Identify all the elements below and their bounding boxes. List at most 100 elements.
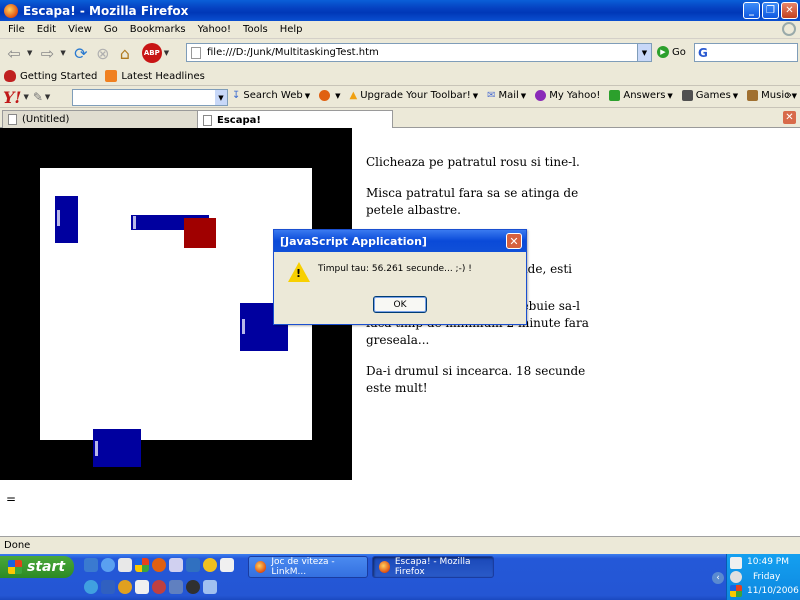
tab-untitled[interactable]: (Untitled) [2,110,198,128]
tab-escapa[interactable]: Escapa! [197,110,393,129]
red-player-square[interactable] [184,218,216,248]
adblock-button[interactable]: ABP [141,43,162,63]
dialog-close-button[interactable]: ✕ [506,233,522,249]
dialog-title[interactable]: [JavaScript Application] [274,230,526,252]
status-bar: Done [0,536,800,554]
yahoo-my-yahoo[interactable]: My Yahoo! [535,90,600,101]
forward-button[interactable]: ⇨ [36,42,58,64]
instruction-line: Clicheaza pe patratul rosu si tine-l. [366,155,580,169]
yahoo-logo[interactable]: Y! [3,88,21,107]
warning-icon: ▲ [349,90,358,101]
bookmark-latest-headlines[interactable]: Latest Headlines [105,70,205,82]
minimize-button[interactable]: _ [743,2,760,19]
back-button[interactable]: ⇦ [3,42,25,64]
address-bar[interactable]: file:///D:/Junk/MultitaskingTest.htm ▼ [186,43,652,62]
reload-button[interactable]: ⟳ [70,42,92,64]
menu-view[interactable]: View [62,24,98,35]
quick-launch-icon[interactable] [152,580,166,594]
yahoo-item-label: Search Web [243,90,303,101]
yahoo-item-label: Mail [498,90,519,101]
bookmark-label: Latest Headlines [121,70,205,82]
menu-help[interactable]: Help [274,24,309,35]
yahoo-item-label: Answers [623,90,666,101]
task-label: Escapa! - Mozilla Firefox [394,557,471,577]
search-box[interactable]: G [694,43,798,62]
quick-launch-icon[interactable] [186,558,200,572]
adblock-dropdown-icon[interactable]: ▼ [164,49,169,57]
maximize-button[interactable]: ❐ [762,2,779,19]
home-button[interactable]: ⌂ [114,42,136,64]
url-text[interactable]: file:///D:/Junk/MultitaskingTest.htm [207,47,379,58]
dialog-message: Timpul tau: 56.261 secunde... ;-) ! [318,264,472,274]
menu-bookmarks[interactable]: Bookmarks [124,24,192,35]
go-icon: ▶ [657,46,669,58]
pencil-dropdown-icon[interactable]: ▼ [45,93,50,101]
bookmarks-toolbar: Getting Started Latest Headlines [0,67,800,86]
taskbar-item-escapa[interactable]: Escapa! - Mozilla Firefox [372,556,494,578]
forward-dropdown-icon[interactable]: ▼ [60,49,65,57]
quick-launch-icon[interactable] [118,580,132,594]
start-label: start [27,559,66,575]
yahoo-search-web[interactable]: ↧ Search Web ▼ [232,90,310,101]
back-dropdown-icon[interactable]: ▼ [27,49,32,57]
rss-icon [105,70,118,82]
start-button[interactable]: start [0,556,74,578]
tray-expand-icon[interactable]: ‹ [712,572,724,584]
quick-launch-icon[interactable] [101,580,115,594]
yahoo-upgrade[interactable]: ▲ Upgrade Your Toolbar! ▼ [350,90,479,101]
yahoo-search-input[interactable]: ▼ [72,89,228,106]
close-button[interactable]: ✕ [781,2,798,19]
quick-launch-icon[interactable] [186,580,200,594]
stop-button[interactable]: ⊗ [92,42,114,64]
taskbar-item-joc-de-viteza[interactable]: Joc de viteza - LinkM... [248,556,368,578]
bookmark-getting-started[interactable]: Getting Started [4,70,97,82]
mail-icon: ✉ [487,90,496,101]
yahoo-answers[interactable]: Answers ▼ [609,90,673,101]
navigation-toolbar: ⇦ ▼ ⇨ ▼ ⟳ ⊗ ⌂ ABP ▼ file:///D:/Junk/Mult… [0,40,800,66]
yahoo-highlight[interactable]: ▼ [319,90,341,101]
yahoo-item-label: Upgrade Your Toolbar! [360,90,471,101]
title-bar[interactable]: Escapa! - Mozilla Firefox _ ❐ ✕ [0,0,800,21]
yahoo-dropdown-icon[interactable]: ▼ [23,93,28,101]
close-tab-button[interactable]: ✕ [783,111,796,124]
menu-tools[interactable]: Tools [237,24,274,35]
menu-go[interactable]: Go [98,24,124,35]
yahoo-toolbar: Y! ▼ ✎ ▼ ▼ ↧ Search Web ▼ ▼ ▲ Upgrade Yo… [0,87,800,108]
menu-yahoo[interactable]: Yahoo! [192,24,237,35]
ie-icon[interactable] [101,558,115,572]
quick-launch-icon[interactable] [169,558,183,572]
url-dropdown-icon[interactable]: ▼ [637,44,651,61]
highlight-icon [319,90,331,101]
quick-launch-icon[interactable] [169,580,183,594]
menu-file[interactable]: File [2,24,31,35]
quick-launch-icon[interactable] [220,558,234,572]
quick-launch-icon[interactable] [203,580,217,594]
tab-label: Escapa! [217,114,261,126]
go-button[interactable]: ▶ Go [657,46,686,58]
windows-flag-icon [8,560,22,574]
quick-launch-icon[interactable] [135,580,149,594]
yahoo-search-dropdown-icon[interactable]: ▼ [215,90,227,105]
pencil-icon[interactable]: ✎ [33,90,43,104]
yahoo-mail[interactable]: ✉ Mail ▼ [487,90,526,101]
windows-icon[interactable] [135,558,149,572]
clock-time[interactable]: 10:49 PM [747,557,789,567]
firefox-icon [379,561,390,573]
quick-launch-icon[interactable] [118,558,132,572]
firefox-icon[interactable] [152,558,166,572]
yahoo-games[interactable]: Games ▼ [681,90,738,101]
firefox-icon [4,3,18,18]
my-yahoo-icon [535,90,547,101]
quick-launch-icon[interactable] [84,558,98,572]
ok-button[interactable]: OK [373,296,427,313]
tray-icon[interactable] [730,585,742,597]
games-icon [681,90,693,101]
quick-launch-icon[interactable] [203,558,217,572]
quick-launch-icon[interactable] [84,580,98,594]
tab-label: (Untitled) [22,114,70,125]
toolbar-overflow-button[interactable]: » [786,90,792,101]
taskbar: start Joc de viteza - LinkM... Escapa! -… [0,554,800,600]
tray-icon[interactable] [730,571,742,583]
tray-icon[interactable] [730,557,742,569]
menu-edit[interactable]: Edit [31,24,62,35]
